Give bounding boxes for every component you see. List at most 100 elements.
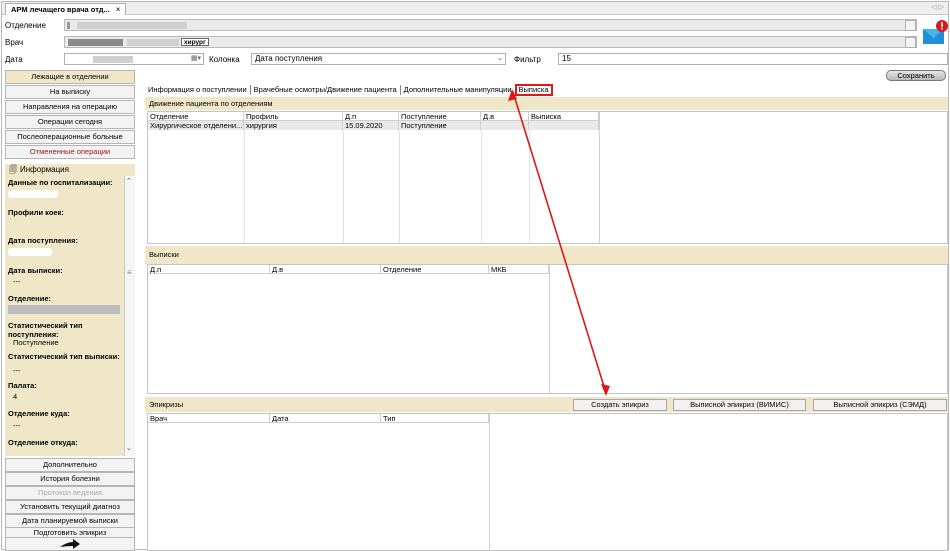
doctor-label: Врач <box>5 38 24 47</box>
discharges-header-row: Д.п Д.в Отделение МКБ <box>148 265 554 274</box>
info-label: Статистический тип выписки: <box>8 352 120 361</box>
tab-discharge[interactable]: Выписка <box>514 83 553 96</box>
table-row[interactable]: Хирургическое отделени... хирургия 15.09… <box>148 121 599 130</box>
info-label: Статистический тип поступления: <box>8 321 83 339</box>
tab-strip: АРМ лечащего врача отд... × ◁ ▷ <box>2 2 948 15</box>
table-cell <box>529 121 599 130</box>
case-history-button[interactable]: История болезни <box>5 472 135 486</box>
column-header[interactable]: Профиль <box>244 112 343 121</box>
column-header[interactable]: Отделение <box>381 265 489 274</box>
nav-referrals-button[interactable]: Направления на операцию <box>5 100 135 114</box>
discharge-epicrisis-semd-button[interactable]: Выписной эпикриз (СЭМД) <box>813 399 947 411</box>
column-header[interactable]: Д.п <box>148 265 270 274</box>
more-button[interactable]: Дополнительно <box>5 458 135 472</box>
discharges-section-header: Выписки <box>145 246 948 264</box>
app-window: АРМ лечащего врача отд... × ◁ ▷ Отделени… <box>1 1 949 551</box>
discharge-epicrisis-vimis-button[interactable]: Выписной эпикриз (ВИМИС) <box>673 399 806 411</box>
info-section-title: Информация <box>20 165 69 174</box>
planned-discharge-date-button[interactable]: Дата планируемой выписки <box>5 514 135 528</box>
epicrises-header-row: Врач Дата Тип <box>148 414 493 423</box>
doctor-specialty: хирург <box>181 38 209 46</box>
date-label: Дата <box>5 55 23 64</box>
info-value: Поступление <box>13 338 59 347</box>
table-cell <box>481 121 529 130</box>
epicrises-grid: Врач Дата Тип <box>147 413 948 551</box>
column-header[interactable]: Д.п <box>343 112 399 121</box>
info-label: Профили коек: <box>8 208 64 217</box>
column-label: Колонка <box>209 55 240 64</box>
info-icon: 🗐 <box>9 165 17 174</box>
tab-nav-arrows-icon[interactable]: ◁ ▷ <box>931 3 944 11</box>
nav-inpatients-button[interactable]: Лежащие в отделении <box>5 70 135 84</box>
column-header[interactable]: МКБ <box>489 265 549 274</box>
close-icon[interactable]: × <box>116 5 121 14</box>
scroll-down-icon[interactable]: ⌄ <box>126 444 132 452</box>
doctor-clear-button[interactable] <box>905 37 916 48</box>
date-input[interactable]: ▦▾ <box>64 53 204 65</box>
table-cell: 15.09.2020 <box>343 121 399 130</box>
movement-grid: Отделение Профиль Д.п Поступление Д.в Вы… <box>147 111 948 244</box>
mail-notification-icon[interactable] <box>922 19 949 46</box>
nav-discharge-button[interactable]: На выписку <box>5 85 135 99</box>
create-epicrisis-button[interactable]: Создать эпикриз <box>573 399 667 411</box>
care-protocol-button[interactable]: Протокол ведения <box>5 486 135 500</box>
dept-label: Отделение <box>5 21 46 30</box>
chevron-down-icon[interactable]: ⌄ <box>497 54 503 64</box>
column-header[interactable]: Поступление <box>399 112 481 121</box>
info-section-header[interactable]: 🗐 Информация <box>5 164 135 176</box>
column-header[interactable]: Выписка <box>529 112 599 121</box>
info-value: --- <box>13 366 21 375</box>
nav-operations-today-button[interactable]: Операции сегодня <box>5 115 135 129</box>
movement-header-row: Отделение Профиль Д.п Поступление Д.в Вы… <box>148 112 603 121</box>
column-select-value: Дата поступления <box>255 54 323 63</box>
left-nav-panel: Лежащие в отделении На выписку Направлен… <box>5 67 135 551</box>
column-header[interactable]: Дата <box>270 414 381 423</box>
tab-title: АРМ лечащего врача отд... <box>11 5 110 14</box>
discharges-grid: Д.п Д.в Отделение МКБ <box>147 264 948 394</box>
nav-postop-button[interactable]: Послеоперационные больные <box>5 130 135 144</box>
filter-label: Фильтр <box>514 55 541 64</box>
tab-exams-movement[interactable]: Врачебные осмотры/Движение пациента <box>251 85 400 94</box>
info-label: Отделение куда: <box>8 409 70 418</box>
scroll-grip-icon[interactable]: ≡ <box>127 268 132 277</box>
table-cell: Хирургическое отделени... <box>150 121 244 130</box>
info-label: Отделение откуда: <box>8 438 78 447</box>
dept-field <box>64 19 917 31</box>
dept-clear-button[interactable] <box>905 20 916 31</box>
tab-admission-info[interactable]: Информация о поступлении <box>145 85 250 94</box>
info-value: 4 <box>13 392 18 401</box>
info-label: Дата выписки: <box>8 266 63 275</box>
table-cell: Поступление <box>399 121 481 130</box>
nav-cancelled-ops-button[interactable]: Отмененные операции <box>5 145 135 159</box>
info-label: Данные по госпитализации: <box>8 178 113 187</box>
set-diagnosis-button[interactable]: Установить текущий диагноз <box>5 500 135 514</box>
info-label: Отделение: <box>8 294 51 303</box>
column-header[interactable]: Врач <box>148 414 270 423</box>
column-header[interactable]: Тип <box>381 414 489 423</box>
filter-input-value: 15 <box>562 54 571 63</box>
info-scrollbar[interactable]: ⌃ ≡ ⌄ <box>124 176 135 456</box>
info-panel: Данные по госпитализации: Профили коек: … <box>5 176 135 456</box>
dept-value-redacted <box>8 305 120 314</box>
doctor-field: хирург <box>64 36 917 48</box>
main-panel: Сохранить Информация о поступлении Враче… <box>142 67 948 551</box>
column-header[interactable]: Отделение <box>148 112 244 121</box>
filter-input[interactable]: 15 <box>558 53 948 65</box>
calendar-icon[interactable]: ▦▾ <box>191 54 201 64</box>
info-label: Палата: <box>8 381 37 390</box>
column-select[interactable]: Дата поступления ⌄ <box>251 53 506 65</box>
arrow-right-icon <box>60 538 80 549</box>
column-header[interactable]: Д.в <box>481 112 529 121</box>
next-arrow-button[interactable] <box>5 537 135 551</box>
info-value: --- <box>13 277 21 286</box>
column-header[interactable]: Д.в <box>270 265 381 274</box>
movement-section-header: Движение пациента по отделениям <box>145 97 948 110</box>
tab-extra-procedures[interactable]: Дополнительные манипуляции <box>401 85 515 94</box>
tab-arm-doctor[interactable]: АРМ лечащего врача отд... × <box>5 3 127 15</box>
info-label: Дата поступления: <box>8 236 79 245</box>
table-cell: хирургия <box>244 121 343 130</box>
save-button[interactable]: Сохранить <box>886 70 946 81</box>
scroll-up-icon[interactable]: ⌃ <box>126 177 132 185</box>
main-tabs: Информация о поступлении Врачебные осмот… <box>145 83 553 96</box>
info-value: --- <box>13 421 21 430</box>
